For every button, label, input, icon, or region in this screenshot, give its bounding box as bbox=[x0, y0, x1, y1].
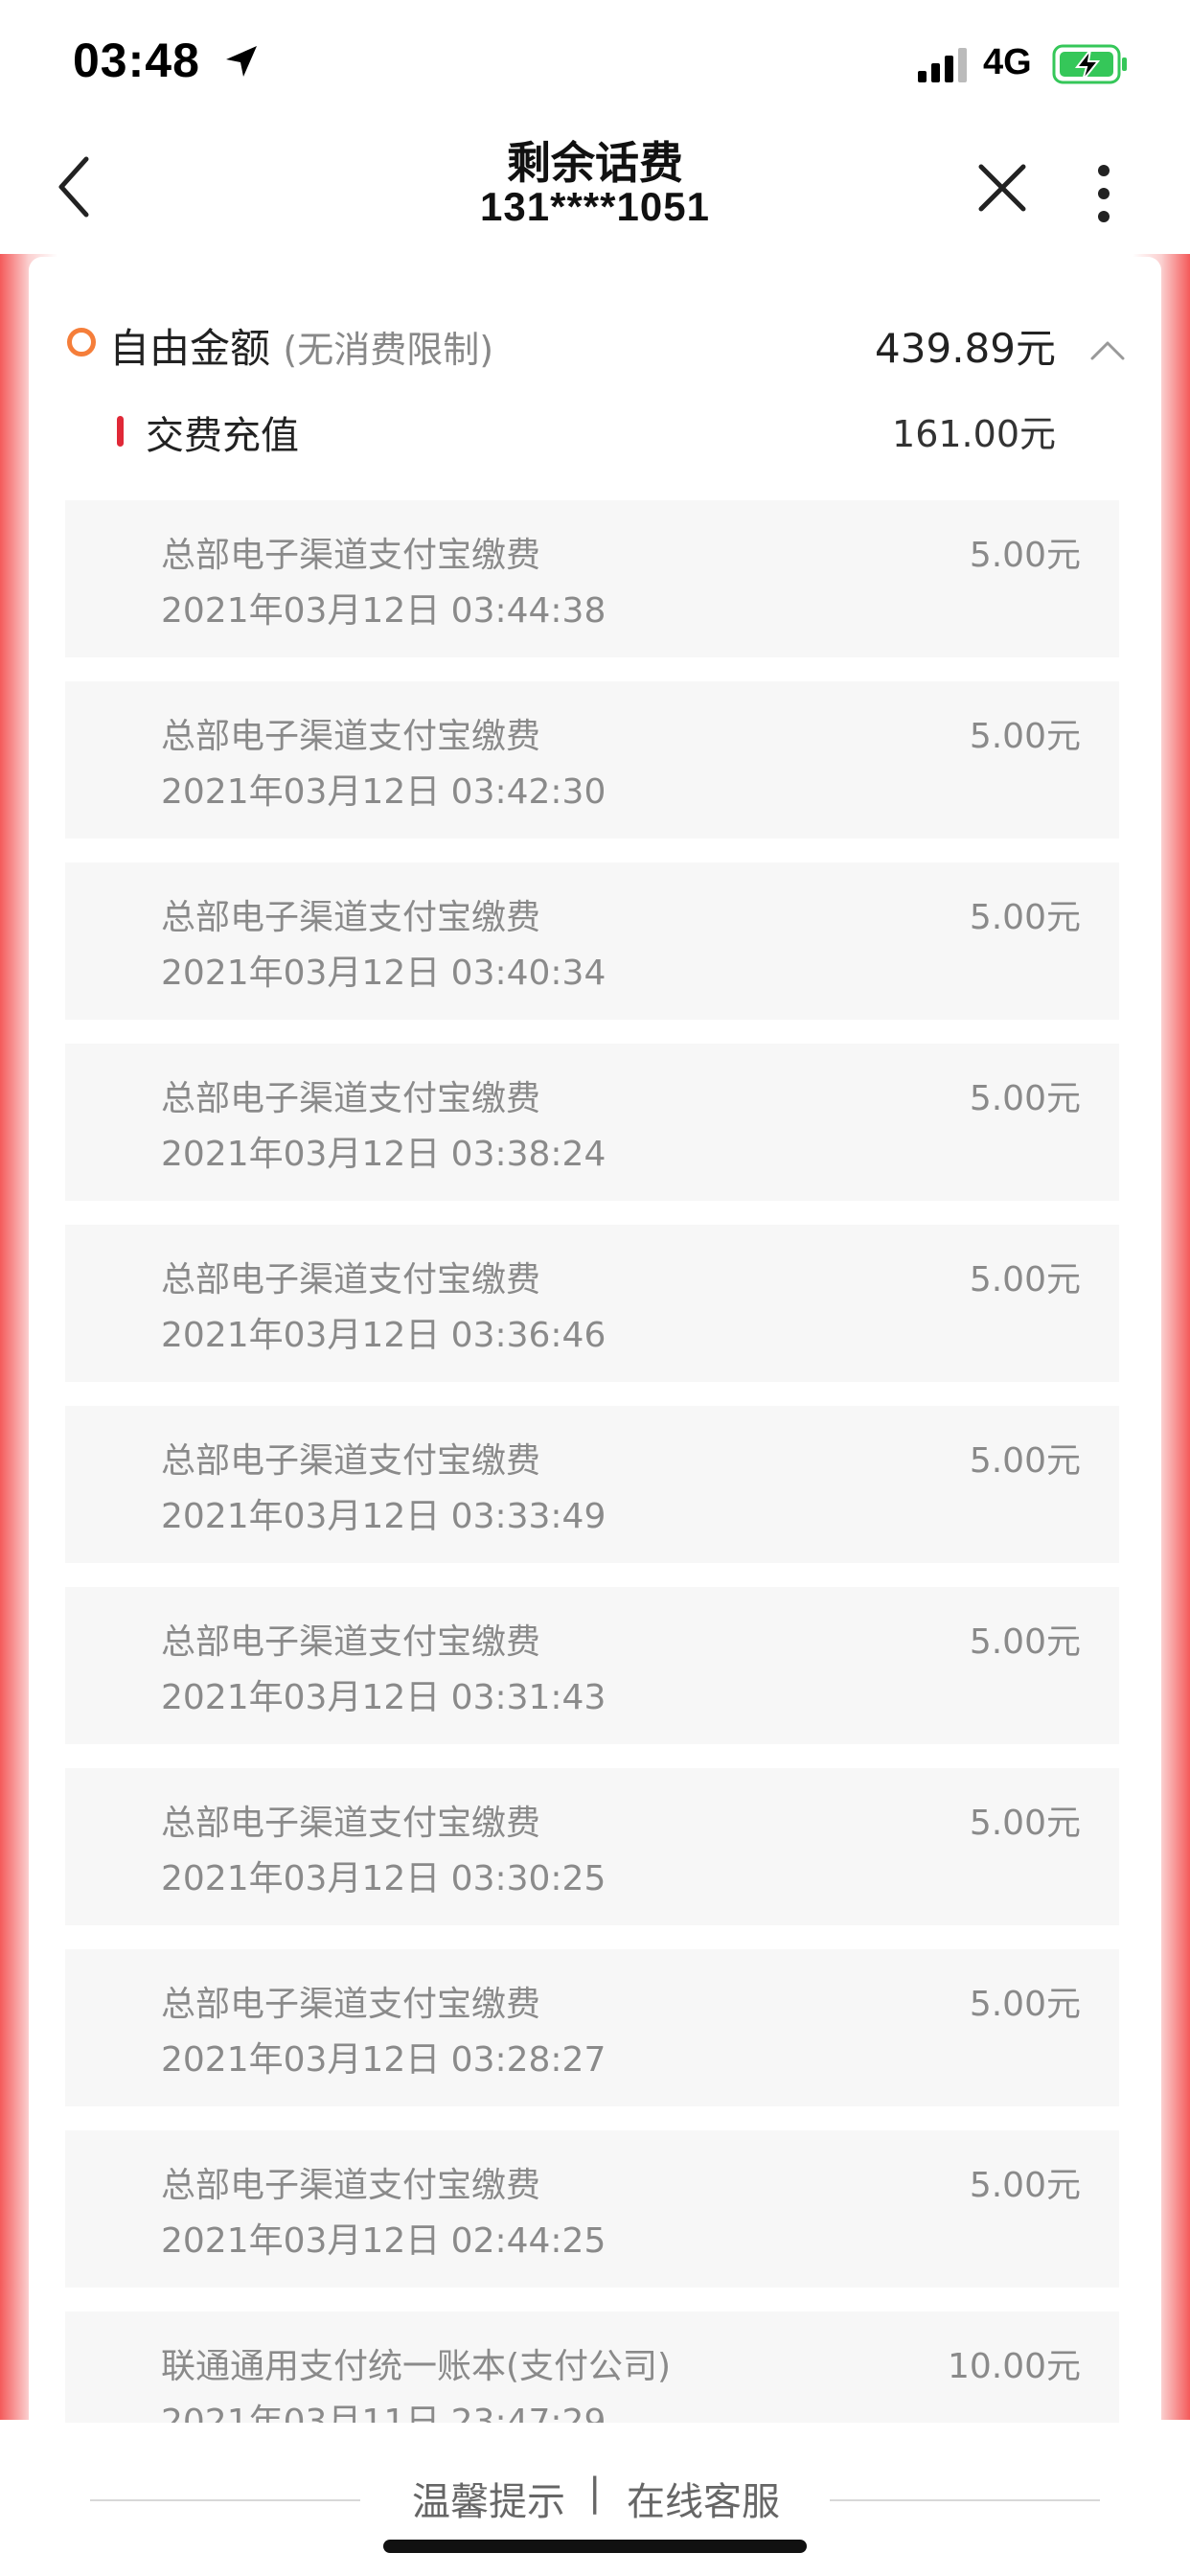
record-name: 总部电子渠道支付宝缴费 bbox=[161, 2166, 541, 2205]
online-service-link[interactable]: 在线客服 bbox=[627, 2471, 780, 2526]
recharge-title: 交费充值 bbox=[146, 414, 299, 458]
record-amount: 5.00元 bbox=[969, 717, 1081, 756]
record-name: 总部电子渠道支付宝缴费 bbox=[161, 1079, 541, 1118]
list-item: 总部电子渠道支付宝缴费 2021年03月12日 03:42:30 5.00元 bbox=[65, 681, 1119, 839]
record-name: 总部电子渠道支付宝缴费 bbox=[161, 1260, 541, 1300]
list-item: 总部电子渠道支付宝缴费 2021年03月12日 02:44:25 5.00元 bbox=[65, 2130, 1119, 2288]
record-time: 2021年03月12日 02:44:25 bbox=[161, 2221, 606, 2261]
network-type: 4G bbox=[983, 42, 1032, 82]
list-item: 总部电子渠道支付宝缴费 2021年03月12日 03:40:34 5.00元 bbox=[65, 862, 1119, 1020]
subsection-marker bbox=[117, 416, 124, 447]
record-amount: 5.00元 bbox=[969, 1079, 1081, 1118]
section-title-text: 自由金额 bbox=[109, 325, 271, 372]
record-name: 联通通用支付统一账本(支付公司) bbox=[161, 2347, 672, 2386]
recharge-amount: 161.00元 bbox=[892, 413, 1056, 455]
divider-right bbox=[830, 2499, 1100, 2501]
record-name: 总部电子渠道支付宝缴费 bbox=[161, 1804, 541, 1843]
record-time: 2021年03月12日 03:36:46 bbox=[161, 1316, 606, 1355]
record-amount: 5.00元 bbox=[969, 1441, 1081, 1481]
list-item: 总部电子渠道支付宝缴费 2021年03月12日 03:38:24 5.00元 bbox=[65, 1044, 1119, 1201]
record-time: 2021年03月12日 03:38:24 bbox=[161, 1135, 606, 1174]
chevron-up-icon[interactable] bbox=[1088, 339, 1127, 362]
record-time: 2021年03月12日 03:42:30 bbox=[161, 772, 606, 812]
record-amount: 5.00元 bbox=[969, 1260, 1081, 1300]
record-name: 总部电子渠道支付宝缴费 bbox=[161, 1622, 541, 1662]
list-item: 总部电子渠道支付宝缴费 2021年03月12日 03:28:27 5.00元 bbox=[65, 1949, 1119, 2106]
record-name: 总部电子渠道支付宝缴费 bbox=[161, 898, 541, 937]
list-item: 总部电子渠道支付宝缴费 2021年03月12日 03:44:38 5.00元 bbox=[65, 500, 1119, 657]
free-balance-title[interactable]: 自由金额 (无消费限制) bbox=[109, 316, 493, 375]
card-notch bbox=[316, 249, 374, 259]
ring-bullet-icon bbox=[67, 328, 96, 356]
balance-card: 自由金额 (无消费限制) 439.89元 交费充值 161.00元 总部电子渠道… bbox=[29, 249, 1161, 2469]
free-balance-amount: 439.89元 bbox=[875, 325, 1056, 372]
list-item: 总部电子渠道支付宝缴费 2021年03月12日 03:36:46 5.00元 bbox=[65, 1225, 1119, 1382]
section-hint: (无消费限制) bbox=[283, 329, 494, 371]
list-item: 总部电子渠道支付宝缴费 2021年03月12日 03:30:25 5.00元 bbox=[65, 1768, 1119, 1925]
status-time: 03:48 bbox=[73, 34, 200, 87]
record-amount: 5.00元 bbox=[969, 898, 1081, 937]
battery-charging-icon bbox=[1052, 44, 1127, 84]
record-name: 总部电子渠道支付宝缴费 bbox=[161, 717, 541, 756]
bottom-bar: 温馨提示 | 在线客服 bbox=[0, 2423, 1190, 2576]
more-vertical-icon[interactable] bbox=[1092, 163, 1115, 224]
close-icon[interactable] bbox=[973, 159, 1031, 217]
record-name: 总部电子渠道支付宝缴费 bbox=[161, 1441, 541, 1481]
divider-left bbox=[90, 2499, 360, 2501]
record-amount: 5.00元 bbox=[969, 2166, 1081, 2205]
record-amount: 5.00元 bbox=[969, 1985, 1081, 2024]
status-bar: 03:48 4G bbox=[0, 0, 1190, 125]
signal-icon bbox=[918, 48, 967, 82]
record-time: 2021年03月12日 03:40:34 bbox=[161, 954, 606, 993]
location-arrow-icon bbox=[226, 46, 257, 77]
list-item: 总部电子渠道支付宝缴费 2021年03月12日 03:31:43 5.00元 bbox=[65, 1587, 1119, 1744]
nav-bar: 剩余话费 131****1051 bbox=[0, 125, 1190, 254]
record-amount: 5.00元 bbox=[969, 1804, 1081, 1843]
record-amount: 5.00元 bbox=[969, 1622, 1081, 1662]
record-time: 2021年03月12日 03:30:25 bbox=[161, 1859, 606, 1898]
link-separator: | bbox=[588, 2471, 602, 2515]
record-time: 2021年03月12日 03:28:27 bbox=[161, 2040, 606, 2080]
record-amount: 10.00元 bbox=[947, 2347, 1081, 2386]
record-name: 总部电子渠道支付宝缴费 bbox=[161, 1985, 541, 2024]
tips-link[interactable]: 温馨提示 bbox=[412, 2471, 565, 2526]
record-amount: 5.00元 bbox=[969, 536, 1081, 575]
home-indicator[interactable] bbox=[383, 2540, 807, 2553]
record-time: 2021年03月12日 03:31:43 bbox=[161, 1678, 606, 1717]
record-list: 总部电子渠道支付宝缴费 2021年03月12日 03:44:38 5.00元 总… bbox=[65, 500, 1119, 2493]
record-time: 2021年03月12日 03:33:49 bbox=[161, 1497, 606, 1536]
list-item: 总部电子渠道支付宝缴费 2021年03月12日 03:33:49 5.00元 bbox=[65, 1406, 1119, 1563]
record-name: 总部电子渠道支付宝缴费 bbox=[161, 536, 541, 575]
record-time: 2021年03月12日 03:44:38 bbox=[161, 591, 606, 631]
